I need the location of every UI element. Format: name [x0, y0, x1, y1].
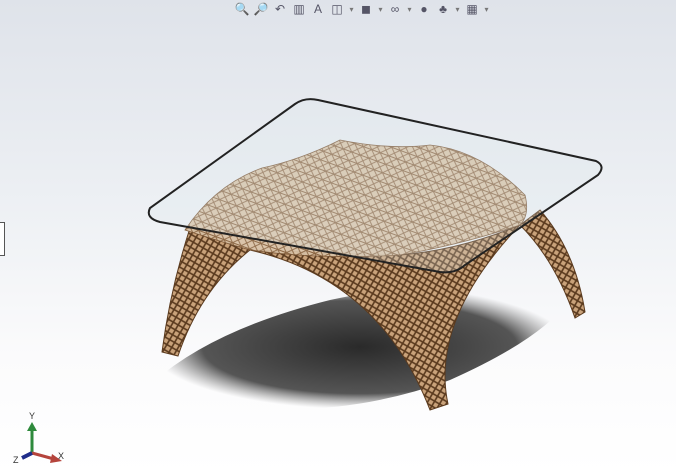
x-axis-arrow: [31, 451, 55, 461]
z-axis-label: Z: [13, 455, 19, 465]
graphics-area[interactable]: [0, 0, 676, 474]
y-axis-label: Y: [29, 411, 36, 421]
reference-triad: Y X Z: [10, 411, 65, 465]
x-axis-label: X: [58, 451, 65, 461]
z-axis-arrow: [21, 451, 33, 460]
feature-manager-collapse-tab[interactable]: [0, 222, 5, 256]
